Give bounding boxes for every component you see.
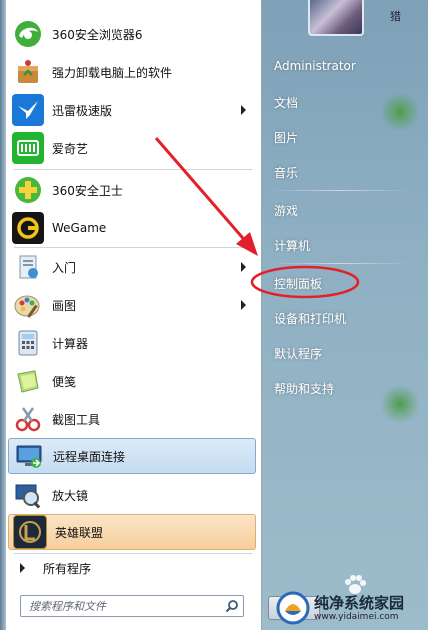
menu-item-paint[interactable]: 画图 [8, 287, 256, 323]
menu-item-iqiyi[interactable]: 爱奇艺 [8, 130, 256, 166]
all-programs-label: 所有程序 [43, 561, 92, 576]
place-music[interactable]: 音乐 [274, 164, 298, 181]
magnifier-icon [12, 479, 44, 511]
divider [14, 169, 252, 170]
league-of-legends-icon [13, 515, 47, 549]
snipping-tool-icon [12, 403, 44, 435]
menu-item-label: 360安全卫士 [52, 183, 123, 198]
place-devices-printers[interactable]: 设备和打印机 [274, 310, 346, 327]
submenu-arrow-icon [241, 300, 246, 310]
paint-icon [12, 289, 44, 321]
menu-item-label: 英雄联盟 [55, 525, 104, 540]
menu-item-label: 迅雷极速版 [52, 103, 113, 118]
divider [270, 190, 410, 191]
menu-item-wegame[interactable]: WeGame [8, 210, 256, 246]
remote-desktop-icon [13, 440, 45, 472]
menu-item-magnifier[interactable]: 放大镜 [8, 477, 256, 513]
menu-item-label: 入门 [52, 260, 77, 275]
search-icon[interactable] [221, 596, 243, 616]
security-360-icon [12, 174, 44, 206]
menu-item-label: 360安全浏览器6 [52, 27, 143, 42]
uninstall-box-icon [12, 56, 44, 88]
top-title: 猎 [390, 10, 401, 23]
menu-item-label: 爱奇艺 [52, 141, 89, 156]
wegame-icon [12, 212, 44, 244]
submenu-arrow-icon [241, 105, 246, 115]
menu-item-calculator[interactable]: 计算器 [8, 325, 256, 361]
menu-item-360-security[interactable]: 360安全卫士 [8, 172, 256, 208]
submenu-arrow-icon [241, 262, 246, 272]
place-help-support[interactable]: 帮助和支持 [274, 380, 334, 397]
menu-item-label: 画图 [52, 298, 77, 313]
divider [270, 263, 410, 264]
menu-item-label: 计算器 [52, 336, 89, 351]
watermark-url: www.yidaimei.com [314, 611, 399, 622]
place-pictures[interactable]: 图片 [274, 129, 298, 146]
expand-arrow-icon [20, 563, 25, 573]
menu-item-uninstaller[interactable]: 强力卸载电脑上的软件 [8, 54, 256, 90]
search-box[interactable] [20, 595, 244, 617]
watermark-logo-icon [276, 591, 310, 625]
menu-item-label: 远程桌面连接 [53, 449, 126, 464]
menu-item-remote-desktop[interactable]: 远程桌面连接 [8, 438, 256, 474]
search-input[interactable] [21, 598, 221, 614]
pane-edge [0, 0, 6, 630]
place-documents[interactable]: 文档 [274, 94, 298, 111]
sticky-notes-icon [12, 365, 44, 397]
programs-pane: 360安全浏览器6 强力卸载电脑上的软件 迅雷极速版 爱奇艺 360安全卫士 W… [0, 0, 262, 630]
all-programs-button[interactable]: 所有程序 [8, 553, 256, 583]
place-default-programs[interactable]: 默认程序 [274, 345, 322, 362]
place-games[interactable]: 游戏 [274, 202, 298, 219]
watermark: 纯净系统家园 www.yidaimei.com [276, 588, 426, 628]
xunlei-bird-icon [12, 94, 44, 126]
places-pane: 猎 Administrator 文档 图片 音乐 游戏 计算机 控制面板 设备和… [262, 0, 428, 630]
menu-item-label: 截图工具 [52, 412, 101, 427]
menu-item-label: WeGame [52, 221, 107, 235]
place-administrator[interactable]: Administrator [274, 59, 356, 73]
menu-item-label: 便笺 [52, 374, 77, 389]
place-computer[interactable]: 计算机 [274, 237, 310, 254]
menu-item-label: 放大镜 [52, 488, 89, 503]
menu-item-snipping-tool[interactable]: 截图工具 [8, 401, 256, 437]
menu-item-league-of-legends[interactable]: 英雄联盟 [8, 514, 256, 550]
getting-started-icon [12, 251, 44, 283]
place-control-panel[interactable]: 控制面板 [274, 275, 322, 292]
divider [14, 247, 252, 248]
menu-item-sticky-notes[interactable]: 便笺 [8, 363, 256, 399]
menu-item-xunlei[interactable]: 迅雷极速版 [8, 92, 256, 128]
decorative-glow [380, 92, 420, 132]
browser-360-icon [12, 18, 44, 50]
menu-item-getting-started[interactable]: 入门 [8, 249, 256, 285]
user-avatar[interactable] [308, 0, 364, 36]
iqiyi-icon [12, 132, 44, 164]
decorative-glow [380, 384, 420, 424]
menu-item-360-browser[interactable]: 360安全浏览器6 [8, 16, 256, 52]
calculator-icon [12, 327, 44, 359]
watermark-title: 纯净系统家园 [314, 593, 405, 612]
menu-item-label: 强力卸载电脑上的软件 [52, 65, 173, 80]
